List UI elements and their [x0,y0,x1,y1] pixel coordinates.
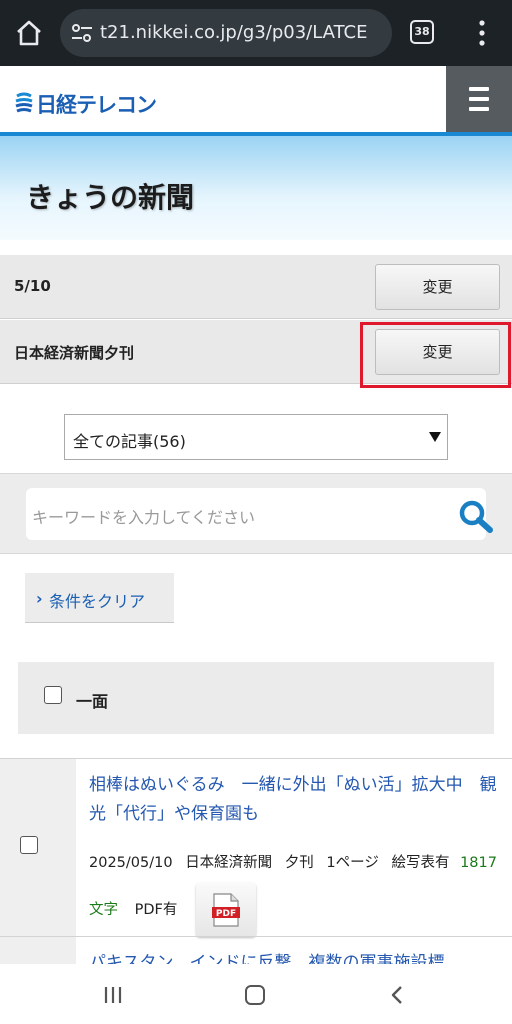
article-paper: 日本経済新聞 [185,855,273,871]
more-options-icon[interactable] [476,18,488,48]
section-header-front-page: 一面 [18,662,494,734]
pdf-badge-text: PDF [216,909,236,919]
article-select-checkbox[interactable] [20,836,38,854]
home-nav-icon[interactable] [245,985,265,1005]
search-icon[interactable] [454,498,500,534]
dropdown-arrow-icon [429,432,441,442]
article-check-column [0,759,76,936]
menu-bar-icon [469,87,489,91]
hamburger-menu-button[interactable] [446,66,512,132]
site-header: 日経テレコン [0,66,512,132]
article-photo-info: 絵写表有 [391,855,450,871]
highlight-annotation [360,322,511,388]
article-meta: 2025/05/10 日本経済新聞 夕刊 1ページ 絵写表有 1817文字 PD… [89,843,499,937]
tab-switcher-button[interactable]: 38 [410,20,434,44]
article-pdf-info: PDF有 [134,902,178,918]
menu-bar-icon [469,97,489,101]
home-icon[interactable] [14,18,44,48]
article-edition: 夕刊 [284,855,314,871]
system-navigation-bar [0,964,512,1024]
article-filter-select[interactable]: 全ての記事(56) [64,414,448,460]
site-settings-icon[interactable] [70,22,94,44]
date-setting-row: 5/10 変更 [0,255,512,319]
browser-toolbar: t21.nikkei.co.jp/g3/p03/LATCE 38 [0,0,512,66]
keyword-search-input[interactable]: キーワードを入力してください [26,488,493,540]
section-select-checkbox[interactable] [44,686,62,704]
change-date-button[interactable]: 変更 [375,264,500,310]
search-placeholder: キーワードを入力してください [32,508,256,527]
filter-area: 全ての記事(56) [0,390,512,474]
url-text[interactable]: t21.nikkei.co.jp/g3/p03/LATCE [100,22,386,46]
filter-selected-value: 全ての記事(56) [73,432,186,451]
back-icon[interactable] [390,985,404,1005]
paper-label: 日本経済新聞夕刊 [14,344,135,362]
pdf-button[interactable]: PDF [195,883,256,937]
clear-conditions-label: 条件をクリア [49,592,146,611]
pdf-file-icon: PDF [211,893,240,927]
article-title-link[interactable]: 相棒はぬいぐるみ 一緒に外出「ぬい活」拡大中 観光「代行」や保育園も [89,771,499,829]
section-title: 一面 [76,692,109,711]
title-banner: きょうの新聞 [0,136,512,240]
address-bar[interactable]: t21.nikkei.co.jp/g3/p03/LATCE [60,9,392,57]
article-row: 相棒はぬいぐるみ 一緒に外出「ぬい活」拡大中 観光「代行」や保育園も 2025/… [0,758,512,937]
clear-conditions-button[interactable]: › 条件をクリア [25,573,174,623]
recent-apps-icon[interactable] [103,986,123,1004]
article-date: 2025/05/10 [89,855,173,871]
logo-globe-icon [15,92,33,113]
article-page: 1ページ [326,855,379,871]
date-label: 5/10 [14,277,51,295]
page-title: きょうの新聞 [26,181,195,214]
menu-bar-icon [469,107,489,111]
chevron-right-icon: › [36,589,43,608]
search-area: キーワードを入力してください [0,474,512,554]
logo-text: 日経テレコン [36,94,157,117]
